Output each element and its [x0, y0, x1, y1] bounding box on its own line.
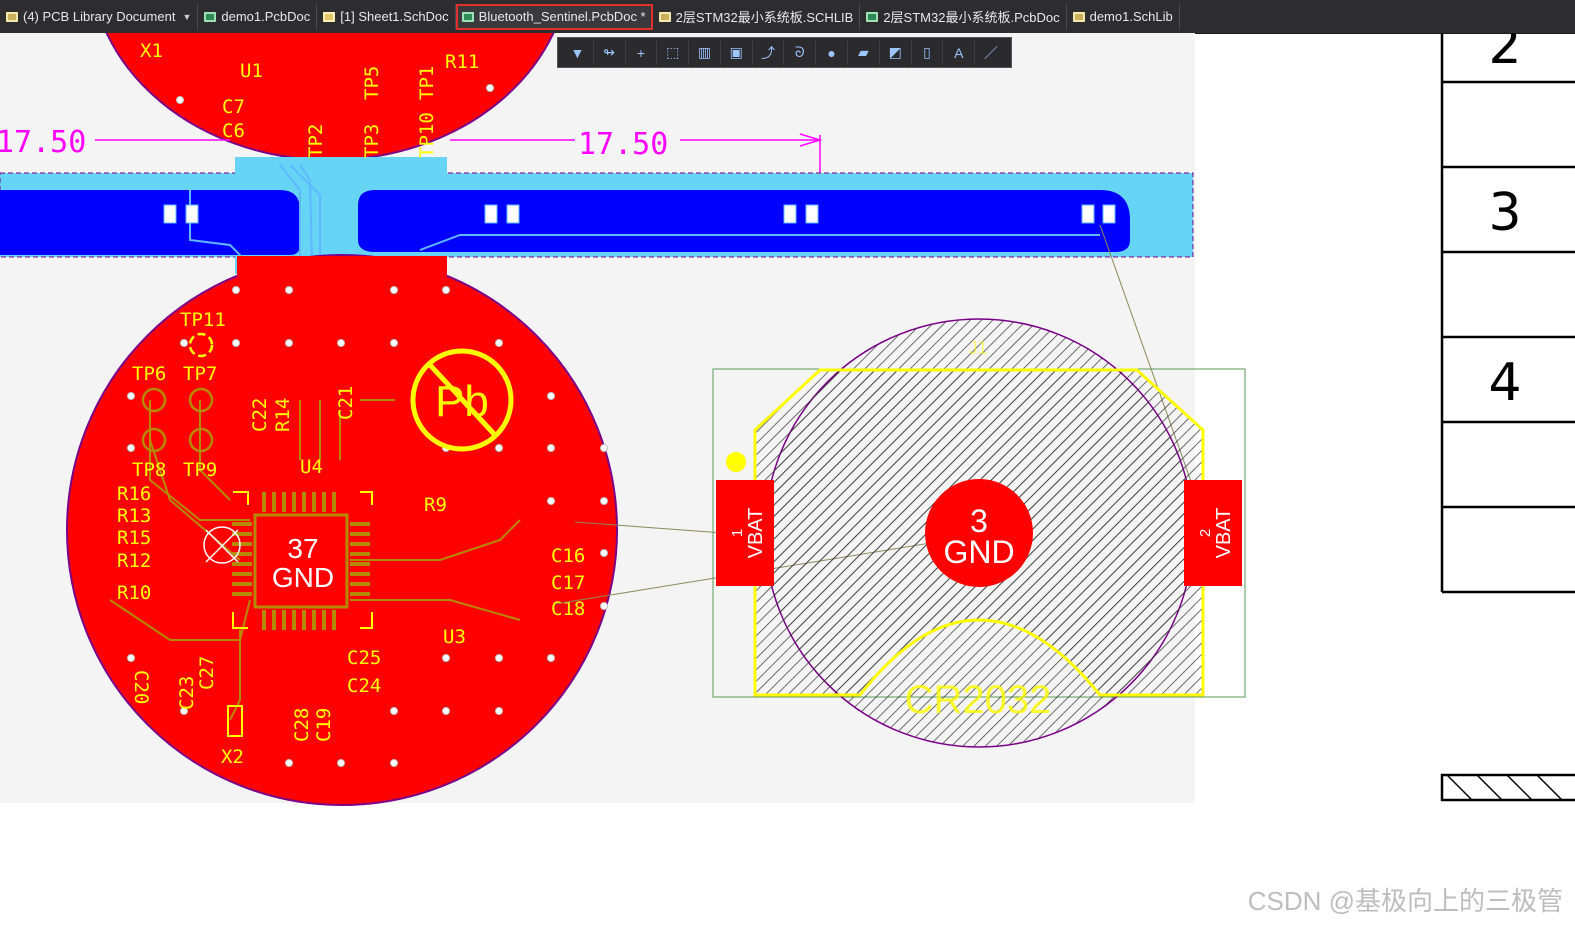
label-u1: U1	[240, 60, 263, 82]
pcb-doc-icon	[461, 11, 474, 22]
part-label-cr2032: CR2032	[905, 678, 1052, 722]
pad3-net: GND	[943, 534, 1014, 570]
bottom-copper-left	[0, 190, 300, 255]
tab-label: 2层STM32最小系统板.PcbDoc	[883, 10, 1060, 25]
pcb-view[interactable]: 17.50 17.50 37 GND Pb X1 U1 C7 C6 R11 TP…	[0, 16, 1575, 928]
label-tp3: TP3	[361, 124, 383, 158]
dimension-text-left: 17.50	[0, 125, 86, 160]
dimension-text-right: 17.50	[578, 127, 668, 162]
label-c20: C20	[130, 670, 152, 704]
pad2-net: VBAT	[1213, 508, 1235, 559]
ic-pad-number: 37	[287, 533, 318, 564]
label-r16: R16	[117, 483, 151, 505]
label-tp6: TP6	[132, 363, 166, 385]
label-u4: U4	[300, 456, 323, 478]
tab-1[interactable]: demo1.PcbDoc	[198, 3, 318, 30]
pad1-net: VBAT	[745, 508, 767, 559]
label-c18: C18	[551, 598, 585, 620]
pcb-library-icon	[6, 11, 18, 22]
label-r10: R10	[117, 582, 151, 604]
label-tp10: TP10	[416, 112, 438, 158]
label-r13: R13	[117, 505, 151, 527]
schematic-zone-4: 4	[1488, 353, 1521, 413]
label-c27: C27	[196, 656, 218, 690]
active-bar-toolbar: ▼ ↬ + ⬚ ▥ ▣ ⤴ ᘐ ● ▰ ◩ ▯ A ／	[557, 37, 1012, 68]
tab-label: 2层STM32最小系统板.SCHLIB	[675, 10, 854, 25]
schematic-border	[1440, 33, 1575, 802]
label-x2: X2	[221, 746, 244, 768]
label-c23: C23	[176, 676, 198, 710]
tab-label: (4) PCB Library Document	[23, 9, 176, 24]
filter-icon[interactable]: ▼	[562, 40, 594, 65]
tab-label: demo1.PcbDoc	[221, 9, 311, 24]
label-c6: C6	[222, 120, 245, 142]
sch-doc-icon	[323, 11, 336, 22]
bottom-copper-right	[358, 190, 1130, 252]
designator-j1: J1	[968, 338, 987, 358]
label-tp8: TP8	[132, 459, 166, 481]
tab-0[interactable]: (4) PCB Library Document ▼	[0, 3, 199, 30]
schematic-zone-2: 2	[1488, 33, 1521, 76]
watermark: CSDN @基极向上的三极管	[1247, 886, 1563, 916]
interactive-route-icon[interactable]: ⤴	[753, 40, 785, 65]
chevron-down-icon[interactable]: ▼	[182, 12, 191, 22]
diff-pair-icon[interactable]: ᘐ	[784, 40, 817, 65]
label-r9: R9	[424, 494, 447, 516]
upper-bridge	[235, 157, 447, 177]
label-c22: C22	[249, 398, 271, 432]
tab-label: demo1.SchLib	[1089, 9, 1173, 24]
label-r12: R12	[117, 550, 151, 572]
label-c19: C19	[313, 708, 335, 742]
polygon-icon[interactable]: ▰	[848, 40, 880, 65]
pcb-canvas[interactable]: 17.50 17.50 37 GND Pb X1 U1 C7 C6 R11 TP…	[0, 16, 1575, 928]
tab-6[interactable]: demo1.SchLib	[1067, 3, 1180, 30]
label-r14: R14	[272, 398, 294, 432]
text-icon[interactable]: A	[943, 40, 976, 65]
pad1-number: 1	[729, 529, 746, 537]
tab-3[interactable]: Bluetooth_Sentinel.PcbDoc *	[455, 3, 653, 30]
ic-pad-net: GND	[272, 562, 334, 593]
label-c25: C25	[347, 647, 381, 669]
label-tp2: TP2	[305, 124, 327, 158]
component-icon[interactable]: ▣	[721, 40, 753, 65]
pad2-number: 2	[1197, 529, 1214, 537]
label-tp9: TP9	[183, 459, 217, 481]
chart-icon[interactable]: ▯	[912, 40, 944, 65]
pcb-doc-icon	[204, 11, 217, 22]
document-tab-bar: (4) PCB Library Document ▼ demo1.PcbDoc [1]…	[0, 0, 1575, 34]
crosshair-icon[interactable]: +	[626, 40, 658, 65]
label-r11: R11	[445, 51, 479, 73]
tab-label: [1] Sheet1.SchDoc	[340, 9, 449, 24]
label-tp7: TP7	[183, 363, 217, 385]
label-x1: X1	[140, 40, 163, 62]
pcb-doc-icon	[866, 11, 879, 22]
label-c7: C7	[222, 96, 245, 118]
route-icon[interactable]: ↬	[594, 40, 626, 65]
label-tp1: TP1	[416, 66, 438, 100]
pb-free-text: Pb	[435, 377, 489, 426]
label-r15: R15	[117, 527, 151, 549]
label-tp5: TP5	[361, 66, 383, 100]
sch-lib-icon	[1072, 11, 1085, 22]
label-c21: C21	[335, 386, 357, 420]
label-c28: C28	[291, 708, 313, 742]
place-pad-icon[interactable]: ●	[816, 40, 849, 65]
label-c16: C16	[551, 545, 585, 567]
tab-2[interactable]: [1] Sheet1.SchDoc	[317, 3, 456, 30]
label-tp11: TP11	[180, 309, 226, 331]
align-icon[interactable]: ▥	[689, 40, 721, 65]
line-icon[interactable]: ／	[975, 41, 1007, 65]
select-rect-icon[interactable]: ⬚	[657, 40, 690, 65]
tab-label: Bluetooth_Sentinel.PcbDoc *	[478, 9, 646, 24]
tab-4[interactable]: 2层STM32最小系统板.SCHLIB	[653, 3, 861, 30]
dimension-icon[interactable]: ◩	[880, 40, 912, 65]
sch-lib-icon	[658, 11, 671, 22]
label-u3: U3	[443, 626, 466, 648]
schematic-zone-3: 3	[1488, 183, 1521, 243]
tab-5[interactable]: 2层STM32最小系统板.PcbDoc	[860, 3, 1067, 30]
label-c24: C24	[347, 675, 381, 697]
label-c17: C17	[551, 572, 585, 594]
